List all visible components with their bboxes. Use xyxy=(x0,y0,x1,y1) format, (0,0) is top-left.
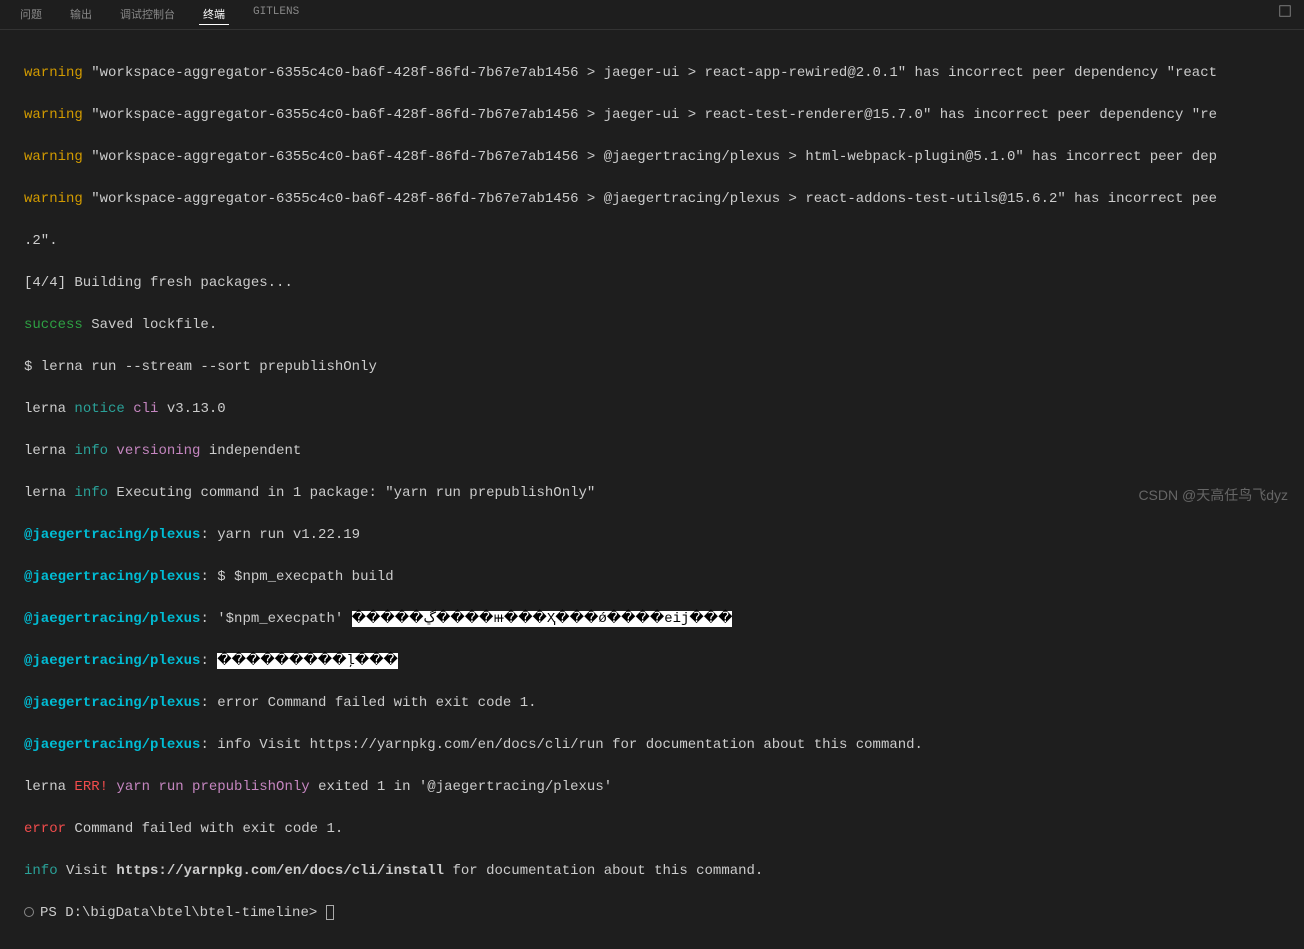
error-label: ERR! xyxy=(74,779,108,795)
terminal-text: Saved lockfile. xyxy=(83,317,217,333)
terminal-text: Executing command in 1 package: "yarn ru… xyxy=(108,485,595,501)
success-label: success xyxy=(24,317,83,333)
terminal-text: : $ $npm_execpath build xyxy=(200,569,393,585)
terminal-text: : '$npm_execpath' xyxy=(200,611,351,627)
prompt-icon xyxy=(24,907,34,917)
warning-label: warning xyxy=(24,65,83,81)
warning-label: warning xyxy=(24,191,83,207)
terminal-text: versioning xyxy=(108,443,200,459)
prompt-text: PS D:\bigData\btel\btel-timeline> xyxy=(40,905,326,921)
terminal-text: for documentation about this command. xyxy=(444,863,763,879)
terminal-text: Command failed with exit code 1. xyxy=(66,821,343,837)
terminal-text: lerna xyxy=(24,401,74,417)
terminal-text: lerna xyxy=(24,485,74,501)
package-name: @jaegertracing/plexus xyxy=(24,737,200,753)
tab-problems[interactable]: 问题 xyxy=(16,4,46,25)
garbled-text: ���������ļ��� xyxy=(217,653,398,669)
link-text[interactable]: https://yarnpkg.com/en/docs/cli/install xyxy=(116,863,444,879)
tab-terminal[interactable]: 终端 xyxy=(199,4,229,25)
package-name: @jaegertracing/plexus xyxy=(24,695,200,711)
package-name: @jaegertracing/plexus xyxy=(24,653,200,669)
info-label: info xyxy=(24,863,58,879)
terminal-output[interactable]: warning "workspace-aggregator-6355c4c0-b… xyxy=(0,30,1304,949)
terminal-text: yarn run prepublishOnly xyxy=(108,779,310,795)
watermark-text: CSDN @天高任鸟飞dyz xyxy=(1138,485,1288,505)
notice-label: notice xyxy=(74,401,124,417)
info-label: info xyxy=(74,485,108,501)
package-name: @jaegertracing/plexus xyxy=(24,611,200,627)
terminal-text: Visit xyxy=(58,863,117,879)
tab-gitlens[interactable]: GITLENS xyxy=(249,4,303,25)
terminal-text: lerna xyxy=(24,779,74,795)
cursor-icon[interactable] xyxy=(326,905,334,920)
garbled-text: �����ڲ����ⲿ���Ҳ���ǿ����еij��� xyxy=(352,611,733,627)
warning-label: warning xyxy=(24,107,83,123)
tab-output[interactable]: 输出 xyxy=(66,4,96,25)
terminal-text: independent xyxy=(200,443,301,459)
terminal-text: "workspace-aggregator-6355c4c0-ba6f-428f… xyxy=(83,191,1217,207)
package-name: @jaegertracing/plexus xyxy=(24,527,200,543)
terminal-text: : xyxy=(200,653,217,669)
terminal-text: "workspace-aggregator-6355c4c0-ba6f-428f… xyxy=(83,107,1217,123)
terminal-tabs: 问题 输出 调试控制台 终端 GITLENS xyxy=(0,0,1304,30)
terminal-text: "workspace-aggregator-6355c4c0-ba6f-428f… xyxy=(83,65,1217,81)
terminal-text: exited 1 in '@jaegertracing/plexus' xyxy=(310,779,612,795)
maximize-panel-icon[interactable] xyxy=(1278,4,1292,22)
terminal-text: lerna xyxy=(24,443,74,459)
tab-debug[interactable]: 调试控制台 xyxy=(116,4,179,25)
terminal-text: "workspace-aggregator-6355c4c0-ba6f-428f… xyxy=(83,149,1217,165)
terminal-text: $ lerna run --stream --sort prepublishOn… xyxy=(24,359,377,375)
terminal-text: : error Command failed with exit code 1. xyxy=(200,695,536,711)
terminal-text: .2". xyxy=(24,233,58,249)
terminal-text: v3.13.0 xyxy=(158,401,225,417)
warning-label: warning xyxy=(24,149,83,165)
terminal-text: cli xyxy=(125,401,159,417)
terminal-text: [4/4] Building fresh packages... xyxy=(24,275,293,291)
terminal-text: : yarn run v1.22.19 xyxy=(200,527,360,543)
terminal-text: : info Visit https://yarnpkg.com/en/docs… xyxy=(200,737,923,753)
package-name: @jaegertracing/plexus xyxy=(24,569,200,585)
info-label: info xyxy=(74,443,108,459)
error-label: error xyxy=(24,821,66,837)
